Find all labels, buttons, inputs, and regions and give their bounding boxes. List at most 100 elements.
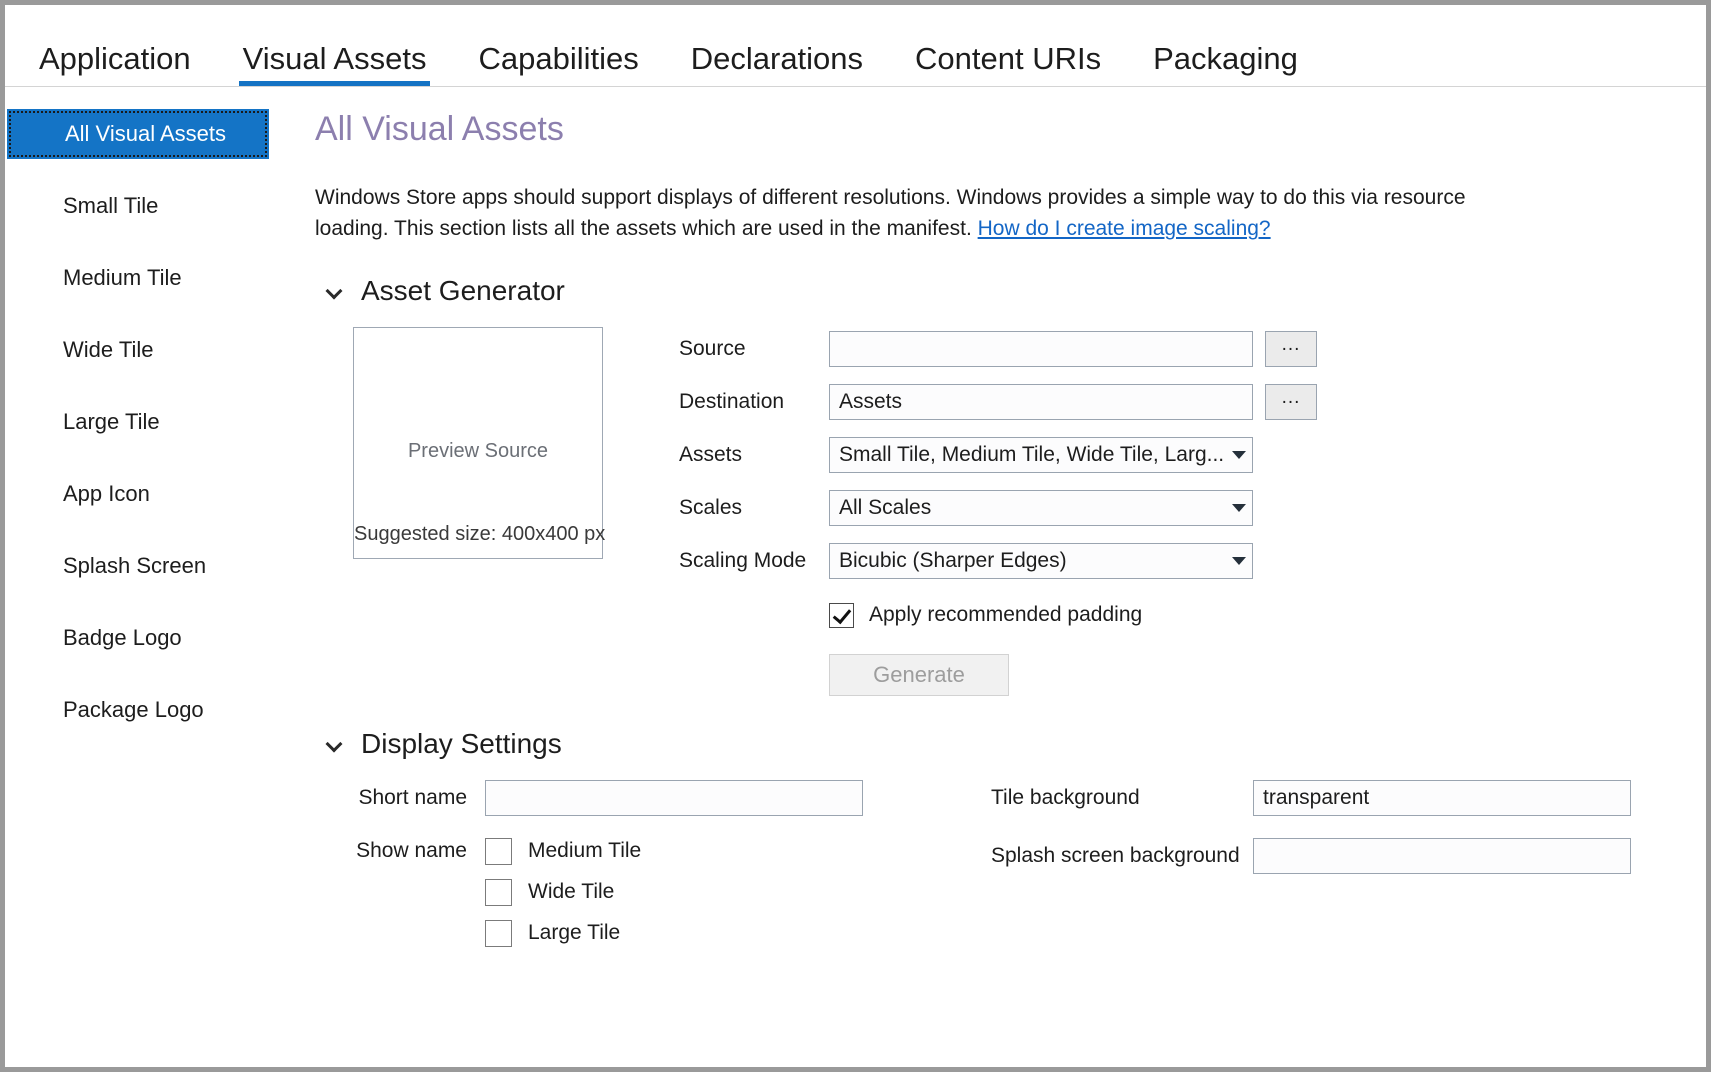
tab-underline bbox=[474, 81, 642, 86]
sidebar-item-splash-screen[interactable]: Splash Screen bbox=[5, 541, 273, 591]
main-content: All Visual Assets Windows Store apps sho… bbox=[273, 87, 1706, 1067]
chevron-down-icon[interactable] bbox=[1232, 557, 1246, 565]
tab-declarations[interactable]: Declarations bbox=[665, 43, 889, 86]
scaling-mode-label: Scaling Mode bbox=[679, 549, 829, 573]
destination-browse-button[interactable]: ... bbox=[1265, 384, 1317, 420]
tab-underline-active bbox=[239, 81, 431, 86]
tab-label: Application bbox=[39, 41, 191, 76]
scaling-mode-row: Scaling Mode Bicubic (Sharper Edges) bbox=[679, 543, 1706, 579]
asset-generator-header[interactable]: Asset Generator bbox=[327, 277, 1706, 305]
tile-background-input[interactable]: transparent bbox=[1253, 780, 1631, 816]
show-name-medium-tile-row: Show name Medium Tile bbox=[353, 838, 973, 865]
sidebar-item-label: All Visual Assets bbox=[65, 121, 226, 146]
sidebar-item-small-tile[interactable]: Small Tile bbox=[5, 181, 273, 231]
asset-generator-fields: Source ... Destination Assets ... bbox=[679, 327, 1706, 696]
sidebar-item-wide-tile[interactable]: Wide Tile bbox=[5, 325, 273, 375]
tab-content-uris[interactable]: Content URIs bbox=[889, 43, 1127, 86]
tab-visual-assets[interactable]: Visual Assets bbox=[217, 43, 453, 86]
intro-paragraph: Windows Store apps should support displa… bbox=[315, 182, 1475, 244]
show-name-wide-tile-label: Wide Tile bbox=[528, 880, 614, 904]
preview-suggested-size: Suggested size: 400x400 px bbox=[354, 523, 602, 546]
asset-generator-section: Asset Generator Preview Source Suggested… bbox=[327, 277, 1706, 696]
tab-packaging[interactable]: Packaging bbox=[1127, 43, 1324, 86]
sidebar-item-label: App Icon bbox=[63, 481, 150, 506]
tab-label: Declarations bbox=[691, 41, 863, 76]
sidebar-item-large-tile[interactable]: Large Tile bbox=[5, 397, 273, 447]
scales-value: All Scales bbox=[839, 496, 1224, 520]
show-name-large-tile-checkbox[interactable] bbox=[485, 920, 512, 947]
show-name-large-tile-row: Large Tile bbox=[353, 920, 973, 947]
scaling-mode-dropdown[interactable]: Bicubic (Sharper Edges) bbox=[829, 543, 1253, 579]
generate-button-row: Generate bbox=[829, 654, 1706, 696]
show-name-large-tile-label: Large Tile bbox=[528, 921, 620, 945]
sidebar-item-package-logo[interactable]: Package Logo bbox=[5, 685, 273, 735]
chevron-down-icon[interactable] bbox=[327, 735, 345, 753]
sidebar-item-app-icon[interactable]: App Icon bbox=[5, 469, 273, 519]
chevron-down-icon[interactable] bbox=[327, 282, 345, 300]
destination-value: Assets bbox=[839, 390, 1246, 414]
show-name-wide-tile-checkbox[interactable] bbox=[485, 879, 512, 906]
destination-input[interactable]: Assets bbox=[829, 384, 1253, 420]
page-title: All Visual Assets bbox=[315, 111, 1706, 148]
sidebar-item-label: Small Tile bbox=[63, 193, 158, 218]
short-name-input[interactable] bbox=[485, 780, 863, 816]
assets-row: Assets Small Tile, Medium Tile, Wide Til… bbox=[679, 437, 1706, 473]
tab-label: Content URIs bbox=[915, 41, 1101, 76]
tab-application[interactable]: Application bbox=[13, 43, 217, 86]
assets-dropdown[interactable]: Small Tile, Medium Tile, Wide Tile, Larg… bbox=[829, 437, 1253, 473]
sidebar-item-label: Badge Logo bbox=[63, 625, 182, 650]
tab-underline bbox=[911, 81, 1105, 86]
sidebar-item-medium-tile[interactable]: Medium Tile bbox=[5, 253, 273, 303]
show-name-label: Show name bbox=[353, 839, 485, 863]
display-settings-header[interactable]: Display Settings bbox=[327, 730, 1706, 758]
splash-screen-background-label: Splash screen background bbox=[991, 844, 1253, 868]
short-name-row: Short name bbox=[353, 780, 973, 816]
sidebar-item-badge-logo[interactable]: Badge Logo bbox=[5, 613, 273, 663]
apply-padding-row[interactable]: Apply recommended padding bbox=[829, 603, 1706, 628]
asset-generator-body: Preview Source Suggested size: 400x400 p… bbox=[353, 327, 1706, 696]
asset-generator-title: Asset Generator bbox=[361, 277, 565, 305]
tab-capabilities[interactable]: Capabilities bbox=[452, 43, 664, 86]
destination-label: Destination bbox=[679, 390, 829, 414]
destination-row: Destination Assets ... bbox=[679, 384, 1706, 420]
tile-background-label: Tile background bbox=[991, 786, 1253, 810]
show-name-medium-tile-checkbox[interactable] bbox=[485, 838, 512, 865]
sidebar-item-label: Wide Tile bbox=[63, 337, 153, 362]
tab-label: Visual Assets bbox=[243, 41, 427, 76]
image-scaling-help-link[interactable]: How do I create image scaling? bbox=[978, 217, 1271, 240]
preview-source-label: Preview Source bbox=[354, 440, 602, 463]
tile-background-value: transparent bbox=[1263, 786, 1369, 810]
chevron-down-icon[interactable] bbox=[1232, 504, 1246, 512]
sidebar-item-label: Splash Screen bbox=[63, 553, 206, 578]
sidebar-item-label: Medium Tile bbox=[63, 265, 182, 290]
manifest-designer-window: Application Visual Assets Capabilities D… bbox=[0, 0, 1711, 1072]
scales-label: Scales bbox=[679, 496, 829, 520]
preview-source-box[interactable]: Preview Source Suggested size: 400x400 p… bbox=[353, 327, 603, 559]
sidebar-item-label: Package Logo bbox=[63, 697, 204, 722]
chevron-down-icon[interactable] bbox=[1232, 451, 1246, 459]
sidebar-item-all-visual-assets[interactable]: All Visual Assets bbox=[7, 109, 269, 159]
source-input[interactable] bbox=[829, 331, 1253, 367]
source-row: Source ... bbox=[679, 331, 1706, 367]
apply-padding-checkbox[interactable] bbox=[829, 603, 854, 628]
display-settings-title: Display Settings bbox=[361, 730, 562, 758]
scales-row: Scales All Scales bbox=[679, 490, 1706, 526]
display-settings-right-column: Tile background transparent Splash scree… bbox=[973, 780, 1706, 961]
body-split: All Visual Assets Small Tile Medium Tile… bbox=[5, 87, 1706, 1067]
tab-label: Packaging bbox=[1153, 41, 1298, 76]
show-name-wide-tile-row: Wide Tile bbox=[353, 879, 973, 906]
splash-screen-background-input[interactable] bbox=[1253, 838, 1631, 874]
display-settings-section: Display Settings Short name Show name bbox=[327, 730, 1706, 961]
tile-background-row: Tile background transparent bbox=[991, 780, 1706, 816]
assets-value: Small Tile, Medium Tile, Wide Tile, Larg… bbox=[839, 443, 1224, 467]
apply-padding-label: Apply recommended padding bbox=[869, 603, 1142, 627]
tab-label: Capabilities bbox=[478, 41, 638, 76]
show-name-medium-tile-label: Medium Tile bbox=[528, 839, 641, 863]
display-settings-left-column: Short name Show name Medium Tile bbox=[353, 780, 973, 961]
splash-screen-background-row: Splash screen background bbox=[991, 838, 1706, 874]
sidebar-item-label: Large Tile bbox=[63, 409, 160, 434]
scales-dropdown[interactable]: All Scales bbox=[829, 490, 1253, 526]
short-name-label: Short name bbox=[353, 786, 485, 810]
source-browse-button[interactable]: ... bbox=[1265, 331, 1317, 367]
generate-button[interactable]: Generate bbox=[829, 654, 1009, 696]
